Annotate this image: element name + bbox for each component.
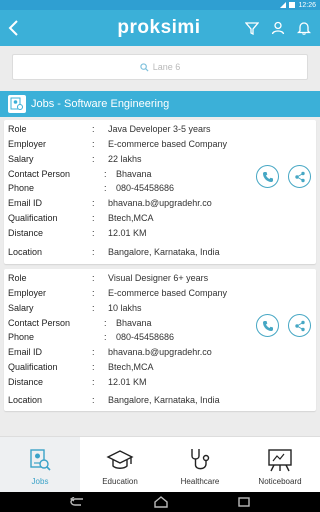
phone-value: 080-45458686 <box>116 183 175 193</box>
share-button[interactable] <box>288 165 311 188</box>
chevron-left-icon <box>8 20 18 36</box>
call-button[interactable] <box>256 314 279 337</box>
job-card[interactable]: Role: Java Developer 3-5 years Employer: E… <box>4 120 316 264</box>
phone-row: Phone:080-45458686 <box>8 332 175 342</box>
system-recents-icon[interactable] <box>237 496 251 508</box>
nav-item-jobs[interactable]: Jobs <box>0 437 80 492</box>
search-icon <box>140 62 149 72</box>
distance-value: 12.01 KM <box>108 228 147 238</box>
battery-icon <box>289 2 296 8</box>
profile-button[interactable] <box>268 18 288 38</box>
app-logo: proksimi <box>117 17 201 38</box>
user-icon <box>271 21 285 35</box>
nav-item-healthcare[interactable]: Healthcare <box>160 437 240 492</box>
phone-icon <box>262 320 273 331</box>
contact-row: Contact Person: Bhavana <box>8 169 152 179</box>
stethoscope-icon <box>188 446 212 474</box>
system-nav-bar <box>0 492 320 512</box>
contact-value: Bhavana <box>116 318 152 328</box>
salary-value: 10 lakhs <box>108 303 142 313</box>
search-area: Lane 6 <box>0 46 320 90</box>
employer-value: E-commerce based Company <box>108 288 228 298</box>
qualification-row: Qualification: Btech,MCA <box>8 213 154 223</box>
nav-item-noticeboard[interactable]: Noticeboard <box>240 437 320 492</box>
nav-label-jobs: Jobs <box>31 477 49 486</box>
share-button[interactable] <box>288 314 311 337</box>
section-title: Jobs - Software Engineering <box>31 98 170 110</box>
location-value: Bangalore, Karnataka, India <box>108 395 220 405</box>
app-bar: proksimi <box>0 10 320 46</box>
distance-row: Distance:12.01 KM <box>8 228 147 238</box>
qualification-row: Qualification: Btech,MCA <box>8 362 154 372</box>
location-row: Location: Bangalore, Karnataka, India <box>8 395 220 405</box>
call-button[interactable] <box>256 165 279 188</box>
back-button[interactable] <box>0 10 28 46</box>
jobs-section-icon <box>8 95 26 113</box>
status-time: 12:26 <box>298 1 316 9</box>
share-icon <box>294 320 305 331</box>
employer-row: Employer: E-commerce based Company <box>8 139 228 149</box>
bell-icon <box>297 22 311 35</box>
phone-value: 080-45458686 <box>116 332 175 342</box>
role-value: Java Developer 3-5 years <box>108 124 211 134</box>
location-value: Bangalore, Karnataka, India <box>108 247 220 257</box>
salary-row: Salary:10 lakhs <box>8 303 142 313</box>
location-row: Location: Bangalore, Karnataka, India <box>8 247 220 257</box>
jobs-icon <box>29 446 51 474</box>
qualification-value: Btech,MCA <box>108 362 154 372</box>
phone-row: Phone:080-45458686 <box>8 183 175 193</box>
system-home-icon[interactable] <box>153 496 169 508</box>
email-row: Email ID: bhavana.b@upgradehr.co <box>8 198 212 208</box>
employer-value: E-commerce based Company <box>108 139 228 149</box>
search-input[interactable]: Lane 6 <box>12 54 308 80</box>
job-card[interactable]: Role: Visual Designer 6+ years Employer: E… <box>4 269 316 411</box>
contact-row: Contact Person: Bhavana <box>8 318 152 328</box>
email-row: Email ID: bhavana.b@upgradehr.co <box>8 347 212 357</box>
qualification-value: Btech,MCA <box>108 213 154 223</box>
phone-icon <box>262 171 273 182</box>
email-value: bhavana.b@upgradehr.co <box>108 347 212 357</box>
nav-label-noticeboard: Noticeboard <box>258 477 302 486</box>
email-value: bhavana.b@upgradehr.co <box>108 198 212 208</box>
share-icon <box>294 171 305 182</box>
nav-label-healthcare: Healthcare <box>180 477 220 486</box>
graduation-cap-icon <box>106 446 134 474</box>
nav-item-education[interactable]: Education <box>80 437 160 492</box>
filter-icon <box>245 22 259 35</box>
nav-label-education: Education <box>102 477 138 486</box>
search-placeholder: Lane 6 <box>152 62 181 72</box>
section-header: Jobs - Software Engineering <box>0 91 320 117</box>
distance-row: Distance:12.01 KM <box>8 377 147 387</box>
system-back-icon[interactable] <box>69 497 85 507</box>
status-bar: 12:26 <box>0 0 320 10</box>
salary-row: Salary:22 lakhs <box>8 154 142 164</box>
noticeboard-icon <box>266 446 294 474</box>
role-row: Role: Java Developer 3-5 years <box>8 124 211 134</box>
filter-button[interactable] <box>242 18 262 38</box>
salary-value: 22 lakhs <box>108 154 142 164</box>
signal-icon <box>280 2 287 8</box>
notifications-button[interactable] <box>294 18 314 38</box>
contact-value: Bhavana <box>116 169 152 179</box>
role-row: Role: Visual Designer 6+ years <box>8 273 209 283</box>
bottom-nav: Jobs Education Healthcare Noticeboard <box>0 436 320 492</box>
employer-row: Employer: E-commerce based Company <box>8 288 228 298</box>
role-value: Visual Designer 6+ years <box>108 273 209 283</box>
distance-value: 12.01 KM <box>108 377 147 387</box>
